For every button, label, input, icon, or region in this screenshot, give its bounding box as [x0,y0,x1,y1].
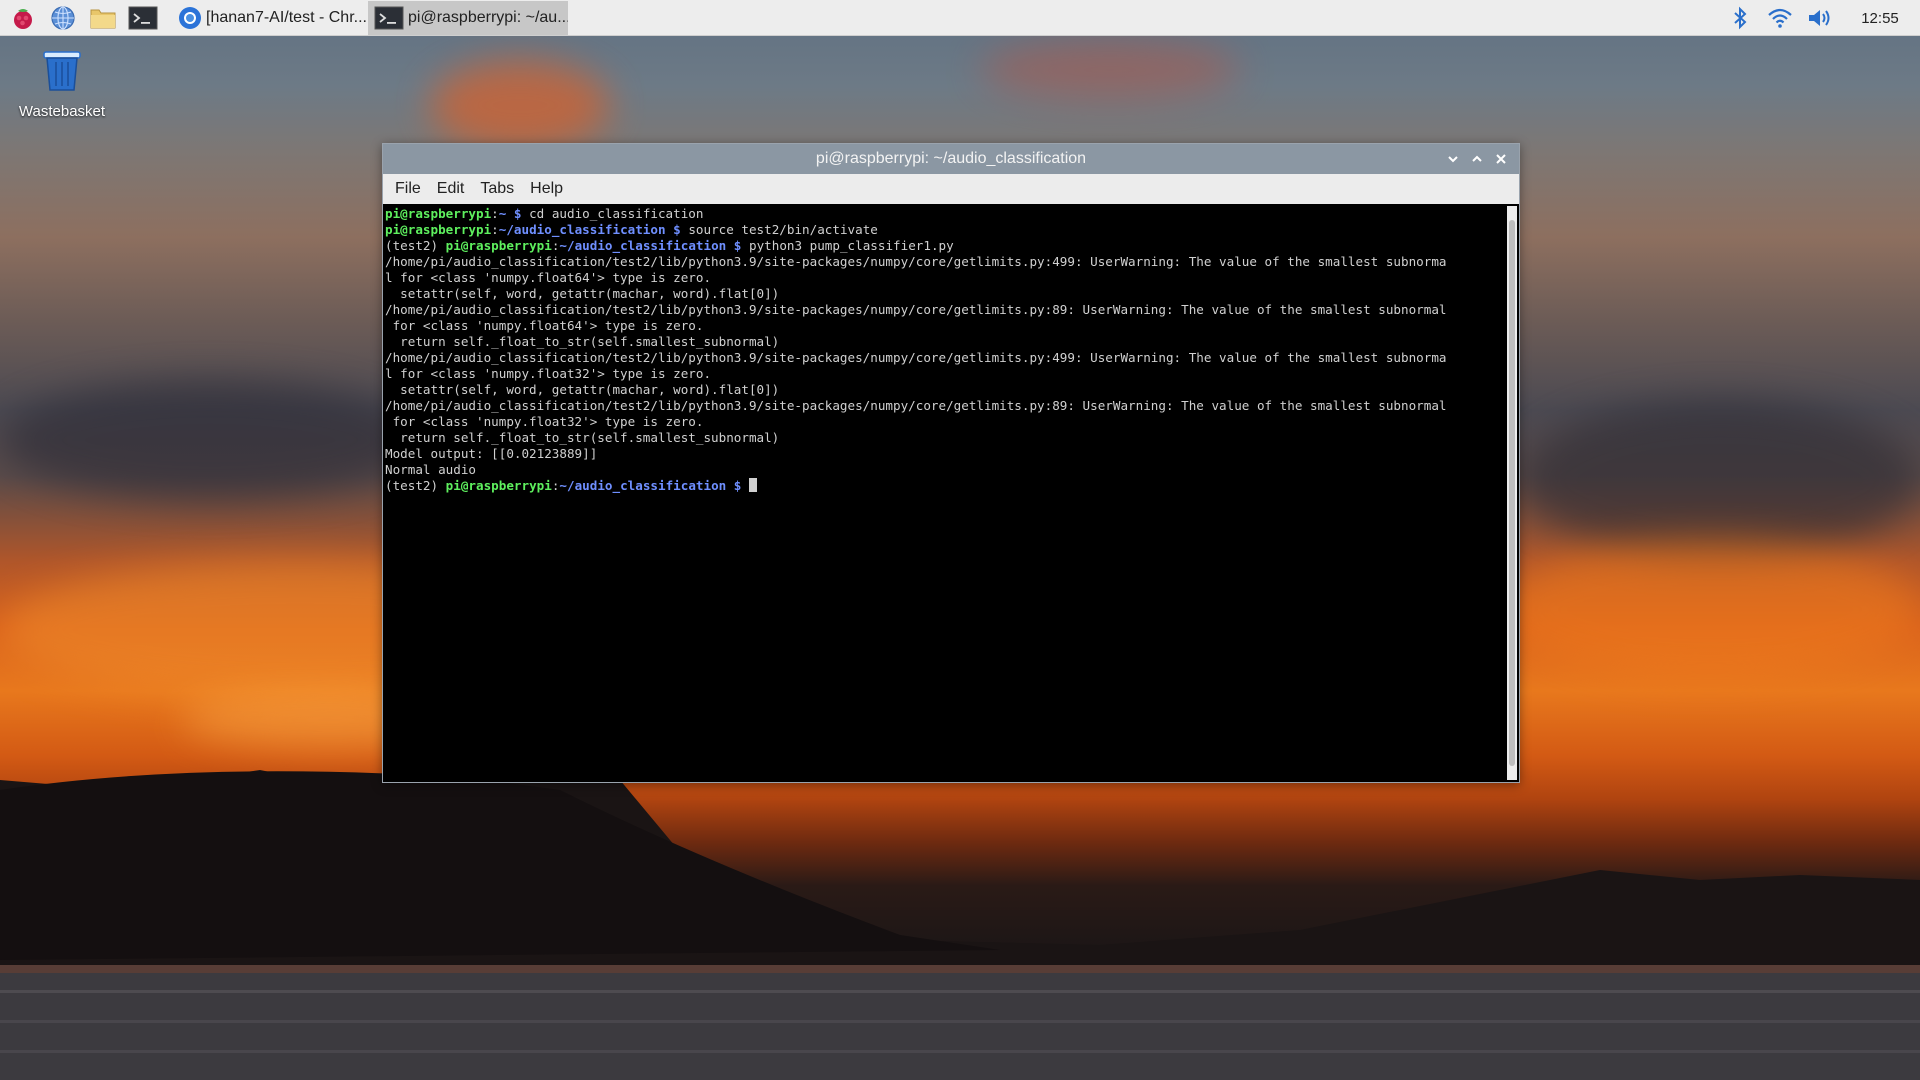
terminal-line: /home/pi/audio_classification/test2/lib/… [385,350,1505,366]
system-tray: 12:55 [1720,0,1920,36]
prompt-path: ~/audio_classification $ [559,238,742,253]
window-titlebar[interactable]: pi@raspberrypi: ~/audio_classification [383,144,1519,174]
terminal-text: : [491,222,499,237]
web-browser-icon[interactable] [46,3,80,33]
close-icon [1496,154,1506,164]
scrollbar[interactable] [1507,206,1517,780]
trash-icon [43,51,81,91]
terminal-text: source test2/bin/activate [680,222,878,237]
terminal-text: setattr(self, word, getattr(machar, word… [385,382,780,397]
clock[interactable]: 12:55 [1840,10,1920,27]
terminal-line: /home/pi/audio_classification/test2/lib/… [385,254,1505,270]
terminal-icon[interactable] [126,3,160,33]
terminal-text: : [491,206,499,221]
prompt-user: pi@raspberrypi [385,222,492,237]
terminal-text: python3 pump_classifier1.py [741,238,954,253]
prompt-path: ~/audio_classification $ [559,478,742,493]
terminal-line: return self._float_to_str(self.smallest_… [385,430,1505,446]
menu-edit[interactable]: Edit [429,180,473,198]
terminal-output[interactable]: pi@raspberrypi:~ $ cd audio_classificati… [385,206,1505,780]
wifi-icon[interactable] [1760,7,1800,29]
text-cursor [749,478,757,492]
raspberry-menu-icon[interactable] [6,3,40,33]
volume-icon[interactable] [1800,7,1840,29]
chevron-up-icon [1472,155,1482,162]
terminal-text: cd audio_classification [521,206,704,221]
terminal-line: l for <class 'numpy.float64'> type is ze… [385,270,1505,286]
terminal-line: pi@raspberrypi:~ $ cd audio_classificati… [385,206,1505,222]
terminal-line: setattr(self, word, getattr(machar, word… [385,286,1505,302]
terminal-icon [374,6,404,30]
scrollbar-thumb[interactable] [1509,220,1515,766]
terminal-line: /home/pi/audio_classification/test2/lib/… [385,398,1505,414]
desktop-icon-label: Wastebasket [18,103,106,120]
terminal-text: for <class 'numpy.float64'> type is zero… [385,318,704,333]
terminal-line: return self._float_to_str(self.smallest_… [385,334,1505,350]
terminal-line: for <class 'numpy.float32'> type is zero… [385,414,1505,430]
taskbar-task-terminal[interactable]: pi@raspberrypi: ~/au... [368,0,568,35]
terminal-text: (test2) [385,478,446,493]
terminal-line: Model output: [[0.02123889]] [385,446,1505,462]
terminal-text: l for <class 'numpy.float64'> type is ze… [385,270,712,285]
terminal-text: (test2) [385,238,446,253]
terminal-text: Model output: [[0.02123889]] [385,446,598,461]
taskbar: [hanan7-AI/test - Chr... pi@raspberrypi:… [0,0,1920,36]
minimize-button[interactable] [1441,147,1465,171]
prompt-user: pi@raspberrypi [385,206,492,221]
prompt-user: pi@raspberrypi [445,238,552,253]
terminal-text: for <class 'numpy.float32'> type is zero… [385,414,704,429]
prompt-path: ~/audio_classification $ [498,222,681,237]
menubar: File Edit Tabs Help [383,174,1519,204]
terminal-text: Normal audio [385,462,476,477]
chromium-icon [178,6,202,30]
desktop-icon-wastebasket[interactable]: Wastebasket [8,44,116,120]
terminal-line: pi@raspberrypi:~/audio_classification $ … [385,222,1505,238]
terminal-line: setattr(self, word, getattr(machar, word… [385,382,1505,398]
terminal-line: for <class 'numpy.float64'> type is zero… [385,318,1505,334]
terminal-text: /home/pi/audio_classification/test2/lib/… [385,302,1447,317]
window-title: pi@raspberrypi: ~/audio_classification [815,150,1087,167]
prompt-user: pi@raspberrypi [445,478,552,493]
terminal-line: (test2) pi@raspberrypi:~/audio_classific… [385,478,1505,494]
terminal-text: setattr(self, word, getattr(machar, word… [385,286,780,301]
terminal-text: return self._float_to_str(self.smallest_… [385,430,780,445]
file-manager-icon[interactable] [86,3,120,33]
chevron-down-icon [1448,156,1458,163]
bluetooth-icon[interactable] [1720,6,1760,30]
menu-tabs[interactable]: Tabs [472,180,522,198]
terminal-line: (test2) pi@raspberrypi:~/audio_classific… [385,238,1505,254]
taskbar-task-label: pi@raspberrypi: ~/au... [408,8,568,26]
terminal-line: /home/pi/audio_classification/test2/lib/… [385,302,1505,318]
taskbar-task-chromium[interactable]: [hanan7-AI/test - Chr... [172,1,368,35]
terminal-text: l for <class 'numpy.float32'> type is ze… [385,366,712,381]
terminal-text: /home/pi/audio_classification/test2/lib/… [385,350,1447,365]
maximize-button[interactable] [1465,147,1489,171]
prompt-path: ~ $ [498,206,522,221]
terminal-text: /home/pi/audio_classification/test2/lib/… [385,398,1447,413]
menu-help[interactable]: Help [522,180,571,198]
terminal-area[interactable]: pi@raspberrypi:~ $ cd audio_classificati… [383,204,1519,782]
terminal-window: pi@raspberrypi: ~/audio_classification F… [382,143,1520,783]
terminal-text: return self._float_to_str(self.smallest_… [385,334,780,349]
terminal-line: l for <class 'numpy.float32'> type is ze… [385,366,1505,382]
taskbar-task-label: [hanan7-AI/test - Chr... [206,8,367,26]
menu-file[interactable]: File [387,180,429,198]
close-button[interactable] [1489,147,1513,171]
terminal-text: /home/pi/audio_classification/test2/lib/… [385,254,1447,269]
terminal-line: Normal audio [385,462,1505,478]
